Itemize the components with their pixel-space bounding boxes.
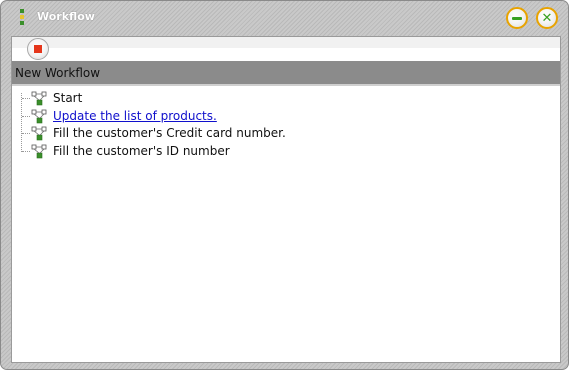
tree-item[interactable]: Fill the customer's Credit card number.: [12, 125, 560, 143]
minimize-button[interactable]: [506, 7, 528, 29]
workflow-header: New Workflow: [12, 61, 560, 84]
workflow-window: Workflow ✕ New Workflow Start Update the…: [0, 0, 569, 370]
tree-branch: [22, 133, 30, 134]
header-divider: [12, 84, 560, 86]
tree-branch: [22, 115, 30, 117]
workflow-name: New Workflow: [15, 66, 101, 80]
app-icon: [20, 9, 24, 25]
title-bar[interactable]: Workflow ✕: [1, 1, 568, 34]
close-icon: ✕: [541, 10, 553, 26]
tree-item-label: Start: [53, 91, 83, 105]
tree-item-link[interactable]: Update the list of products.: [53, 109, 217, 123]
stop-button[interactable]: [27, 38, 49, 60]
toolbar: [12, 37, 560, 48]
minimize-icon: [512, 16, 522, 20]
tree-item-label: Fill the customer's Credit card number.: [53, 126, 286, 140]
workflow-node-icon: [31, 144, 47, 158]
workflow-tree: Start Update the list of products. Fill …: [12, 90, 560, 160]
workflow-panel: New Workflow Start Update the list of pr…: [11, 36, 561, 363]
tree-item[interactable]: Fill the customer's ID number: [12, 143, 560, 161]
stop-icon: [34, 45, 42, 53]
tree-branch: [22, 98, 30, 99]
tree-branch: [22, 150, 30, 152]
workflow-node-icon: [31, 109, 47, 123]
toolbar-spacer: [12, 48, 560, 61]
tree-item[interactable]: Update the list of products.: [12, 108, 560, 126]
tree-item[interactable]: Start: [12, 90, 560, 108]
tree-item-label: Fill the customer's ID number: [53, 143, 230, 158]
workflow-node-icon: [31, 91, 47, 106]
close-button[interactable]: ✕: [536, 7, 558, 29]
window-title: Workflow: [37, 10, 95, 23]
workflow-node-icon: [31, 126, 47, 141]
